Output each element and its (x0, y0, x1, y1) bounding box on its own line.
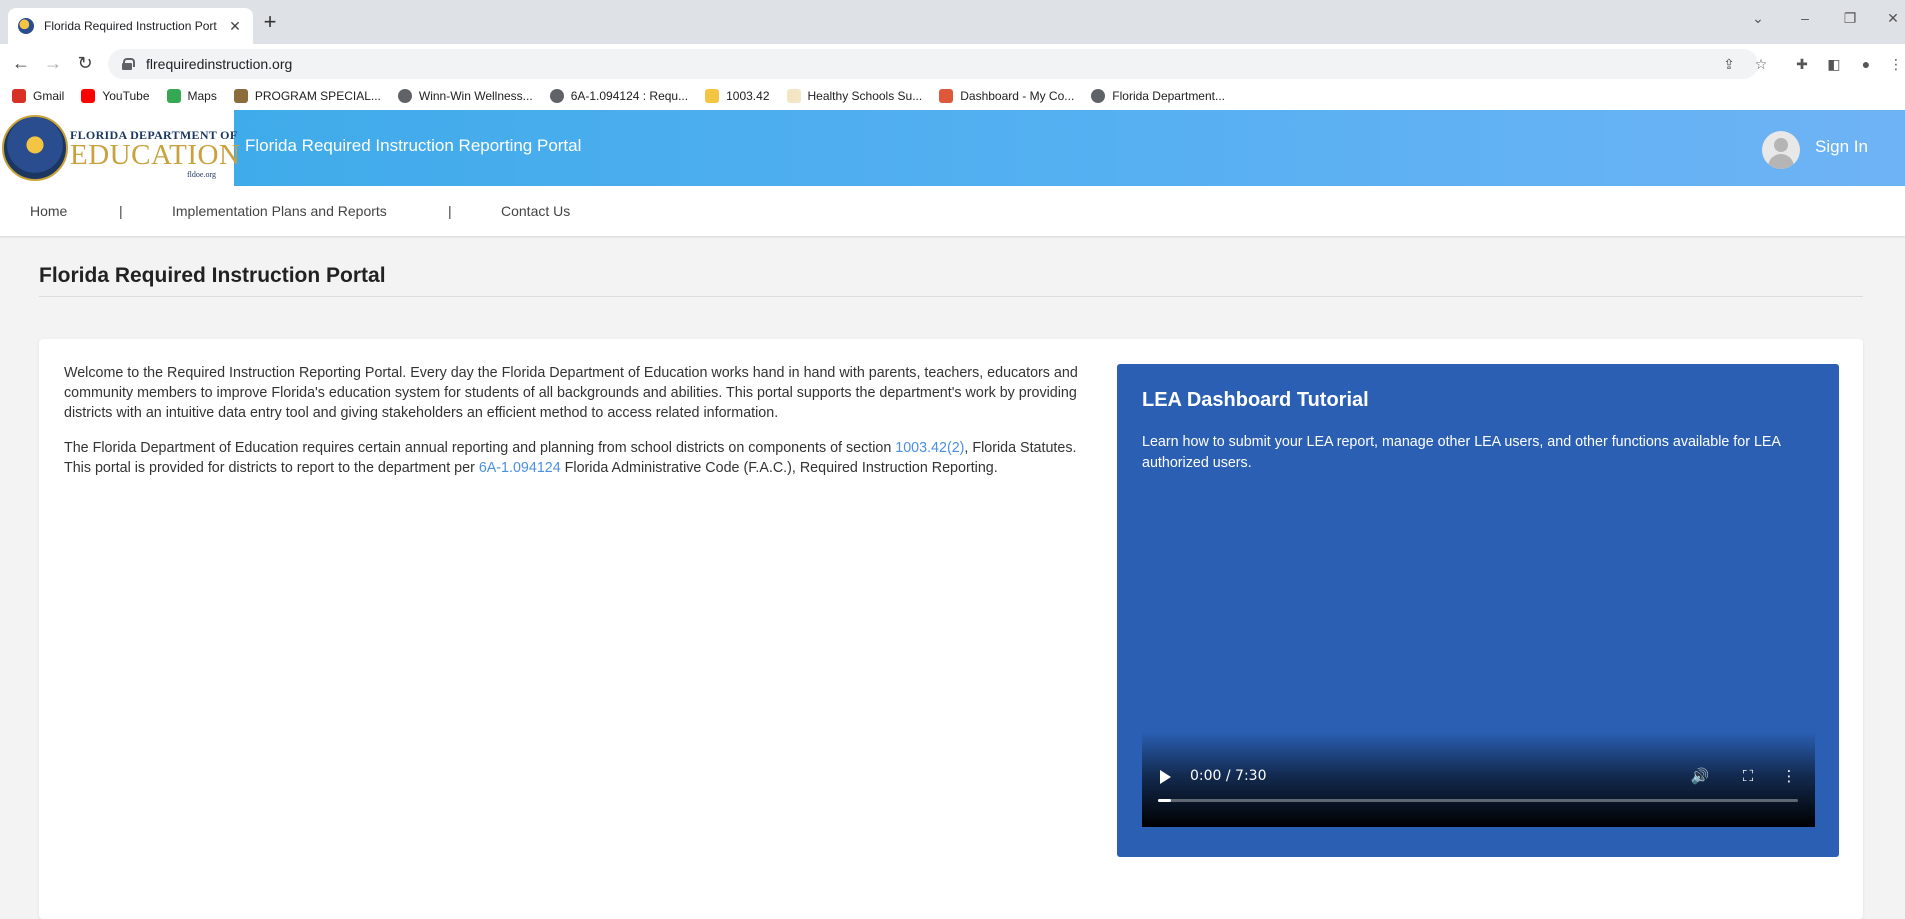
nav-contact-us[interactable]: Contact Us (501, 203, 570, 219)
back-icon[interactable]: ← (10, 52, 32, 74)
bookmarks-bar: Gmail YouTube Maps PROGRAM SPECIAL... Winn-W… (0, 82, 1905, 110)
restore-icon[interactable]: ❐ (1840, 10, 1860, 27)
video-options-icon[interactable]: ⋮ (1779, 767, 1799, 787)
fldoe-logo[interactable]: FLORIDA DEPARTMENT OF EDUCATION fldoe.or… (0, 110, 240, 186)
nav-separator: | (119, 203, 123, 219)
bookmark-item[interactable]: Maps (166, 89, 217, 103)
play-icon[interactable] (1160, 770, 1171, 784)
fldoe-seal-icon (2, 115, 68, 181)
tab-title: Florida Required Instruction Port (44, 19, 217, 33)
bookmark-label: PROGRAM SPECIAL... (254, 89, 381, 103)
video-time: 0:00 / 7:30 (1190, 768, 1267, 784)
intro-paragraph: Welcome to the Required Instruction Repo… (64, 365, 1078, 421)
intro-text: Welcome to the Required Instruction Repo… (64, 363, 1079, 493)
bookmark-label: Dashboard - My Co... (960, 89, 1075, 103)
logo-url-text: fldoe.org (187, 170, 216, 179)
bookmark-item[interactable]: YouTube (81, 89, 150, 103)
title-divider (39, 296, 1863, 297)
lea-tutorial-panel: LEA Dashboard Tutorial Learn how to subm… (1117, 364, 1839, 857)
sign-in-link[interactable]: Sign In (1815, 137, 1868, 157)
nav-separator: | (448, 203, 452, 219)
bookmark-star-icon[interactable]: ☆ (1752, 55, 1770, 73)
minimize-icon[interactable]: – (1795, 10, 1815, 26)
side-panel-icon[interactable]: ◧ (1825, 55, 1843, 73)
address-bar[interactable]: flrequiredinstruction.org (108, 49, 1758, 79)
nav-implementation-plans[interactable]: Implementation Plans and Reports (172, 203, 387, 219)
bookmark-label: 1003.42 (726, 89, 770, 103)
bookmark-item[interactable]: Dashboard - My Co... (939, 89, 1074, 103)
volume-icon[interactable]: 🔊 (1690, 767, 1710, 787)
browser-toolbar: ← → ↻ flrequiredinstruction.org ⇪ ☆ ✚ ◧ … (0, 44, 1905, 82)
globe-icon (397, 89, 412, 103)
tutorial-title: LEA Dashboard Tutorial (1142, 389, 1369, 411)
nav-home[interactable]: Home (30, 203, 67, 219)
bookmark-item[interactable]: 1003.42 (705, 89, 770, 103)
site-icon (786, 89, 801, 103)
reload-icon[interactable]: ↻ (74, 52, 96, 74)
main-nav: Home | Implementation Plans and Reports … (0, 186, 1905, 236)
statute-text: Florida Administrative Code (F.A.C.), Re… (560, 460, 998, 476)
user-avatar-icon[interactable] (1762, 131, 1800, 169)
forward-icon[interactable]: → (42, 52, 64, 74)
tutorial-description: Learn how to submit your LEA report, man… (1142, 434, 1781, 471)
site-icon (233, 89, 248, 103)
close-tab-icon[interactable]: ✕ (227, 18, 243, 35)
statute-text: The Florida Department of Education requ… (64, 440, 896, 456)
bookmark-item[interactable]: Winn-Win Wellness... (397, 89, 533, 103)
maps-icon (166, 89, 181, 103)
bookmark-label: Winn-Win Wellness... (418, 89, 533, 103)
bookmark-item[interactable]: 6A-1.094124 : Requ... (549, 89, 689, 103)
browser-tabstrip: Florida Required Instruction Port ✕ + ⌄ … (0, 0, 1905, 44)
extensions-icon[interactable]: ✚ (1793, 55, 1811, 73)
video-progress-fill (1158, 799, 1171, 802)
bookmark-label: YouTube (102, 89, 150, 103)
logo-main-text: EDUCATION (70, 139, 241, 171)
site-icon (939, 89, 954, 103)
bookmark-item[interactable]: Gmail (12, 89, 64, 103)
youtube-icon (81, 89, 96, 103)
rule-6a-1-094124-link[interactable]: 6A-1.094124 (479, 460, 561, 476)
statute-1003-42-link[interactable]: 1003.42(2) (895, 440, 964, 456)
menu-icon[interactable]: ⋮ (1887, 55, 1905, 73)
bookmark-label: 6A-1.094124 : Requ... (570, 89, 689, 103)
globe-icon (549, 89, 564, 103)
profile-icon[interactable]: ● (1857, 55, 1875, 73)
bookmark-label: Gmail (33, 89, 65, 103)
fullscreen-icon[interactable]: ⛶ (1738, 767, 1758, 787)
close-window-icon[interactable]: ✕ (1883, 10, 1903, 27)
browser-tab[interactable]: Florida Required Instruction Port ✕ (8, 8, 253, 44)
bookmark-item[interactable]: Healthy Schools Su... (786, 89, 923, 103)
site-icon (705, 89, 720, 103)
tab-search-icon[interactable]: ⌄ (1748, 10, 1768, 27)
site-title[interactable]: Florida Required Instruction Reporting P… (245, 136, 581, 156)
url-text: flrequiredinstruction.org (146, 56, 293, 72)
site-header: FLORIDA DEPARTMENT OF EDUCATION fldoe.or… (0, 110, 1905, 186)
bookmark-item[interactable]: Florida Department... (1091, 89, 1225, 103)
bookmark-item[interactable]: PROGRAM SPECIAL... (233, 89, 381, 103)
bookmark-label: Florida Department... (1112, 89, 1225, 103)
globe-icon (1091, 89, 1106, 103)
share-icon[interactable]: ⇪ (1720, 55, 1738, 73)
bookmark-label: Healthy Schools Su... (807, 89, 923, 103)
tutorial-video-player[interactable]: 0:00 / 7:30 🔊 ⛶ ⋮ (1142, 732, 1815, 827)
gmail-icon (12, 89, 26, 103)
video-progress-bar[interactable] (1158, 799, 1798, 802)
fldoe-favicon-icon (18, 18, 34, 34)
new-tab-icon[interactable]: + (260, 11, 280, 33)
bookmark-label: Maps (187, 89, 217, 103)
page-title: Florida Required Instruction Portal (39, 264, 386, 287)
lock-icon[interactable] (122, 58, 135, 70)
intro-paragraph-statute: The Florida Department of Education requ… (64, 438, 1079, 478)
